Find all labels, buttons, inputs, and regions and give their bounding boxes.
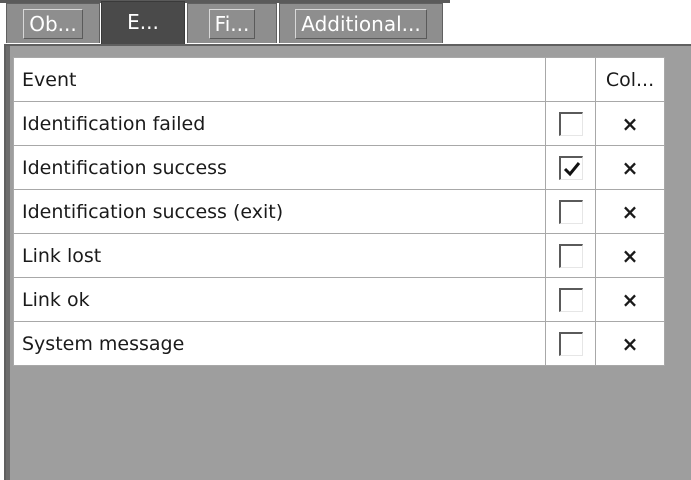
close-icon[interactable]: × bbox=[622, 200, 639, 224]
close-icon[interactable]: × bbox=[622, 156, 639, 180]
enabled-cell bbox=[545, 189, 596, 234]
event-enabled-checkbox[interactable] bbox=[558, 199, 583, 224]
enabled-cell bbox=[545, 321, 596, 366]
action-cell: × bbox=[595, 321, 665, 366]
close-icon[interactable]: × bbox=[622, 244, 639, 268]
column-header-event[interactable]: Event bbox=[13, 57, 546, 102]
action-cell: × bbox=[595, 101, 665, 146]
checkmark-icon bbox=[563, 161, 580, 176]
event-enabled-checkbox[interactable] bbox=[558, 155, 583, 180]
table-row[interactable]: Link lost × bbox=[13, 233, 665, 278]
tab-strip: Ob... E... Fi... Additional... bbox=[0, 0, 691, 46]
close-icon[interactable]: × bbox=[622, 288, 639, 312]
event-name-cell[interactable]: Link lost bbox=[13, 233, 546, 278]
action-cell: × bbox=[595, 277, 665, 322]
editor-window: Ob... E... Fi... Additional... Event Col… bbox=[0, 0, 691, 480]
enabled-cell bbox=[545, 101, 596, 146]
tab-additional[interactable]: Additional... bbox=[279, 3, 443, 43]
grid-header-row: Event Col... bbox=[13, 57, 665, 102]
enabled-cell bbox=[545, 277, 596, 322]
event-enabled-checkbox[interactable] bbox=[558, 111, 583, 136]
tab-objects[interactable]: Ob... bbox=[6, 3, 100, 43]
events-grid: Event Col... Identification failed × Ide… bbox=[13, 57, 665, 366]
action-cell: × bbox=[595, 233, 665, 278]
tab-additional-label: Additional... bbox=[295, 9, 427, 39]
action-cell: × bbox=[595, 145, 665, 190]
enabled-cell bbox=[545, 233, 596, 278]
enabled-cell bbox=[545, 145, 596, 190]
table-row[interactable]: System message × bbox=[13, 321, 665, 366]
column-header-enabled[interactable] bbox=[545, 57, 596, 102]
close-icon[interactable]: × bbox=[622, 112, 639, 136]
tab-events-label: E... bbox=[127, 10, 159, 34]
tab-events[interactable]: E... bbox=[101, 1, 185, 46]
event-name-cell[interactable]: Identification success bbox=[13, 145, 546, 190]
action-cell: × bbox=[595, 189, 665, 234]
close-icon[interactable]: × bbox=[622, 332, 639, 356]
event-name-cell[interactable]: System message bbox=[13, 321, 546, 366]
event-name-cell[interactable]: Identification success (exit) bbox=[13, 189, 546, 234]
tab-objects-label: Ob... bbox=[23, 9, 83, 39]
event-enabled-checkbox[interactable] bbox=[558, 331, 583, 356]
table-row[interactable]: Identification failed × bbox=[13, 101, 665, 146]
table-row[interactable]: Identification success × bbox=[13, 145, 665, 190]
column-header-col[interactable]: Col... bbox=[595, 57, 665, 102]
tab-fields-label: Fi... bbox=[208, 9, 256, 39]
event-name-cell[interactable]: Link ok bbox=[13, 277, 546, 322]
tab-fields[interactable]: Fi... bbox=[187, 3, 277, 43]
event-enabled-checkbox[interactable] bbox=[558, 243, 583, 268]
table-row[interactable]: Link ok × bbox=[13, 277, 665, 322]
table-row[interactable]: Identification success (exit) × bbox=[13, 189, 665, 234]
event-enabled-checkbox[interactable] bbox=[558, 287, 583, 312]
event-name-cell[interactable]: Identification failed bbox=[13, 101, 546, 146]
